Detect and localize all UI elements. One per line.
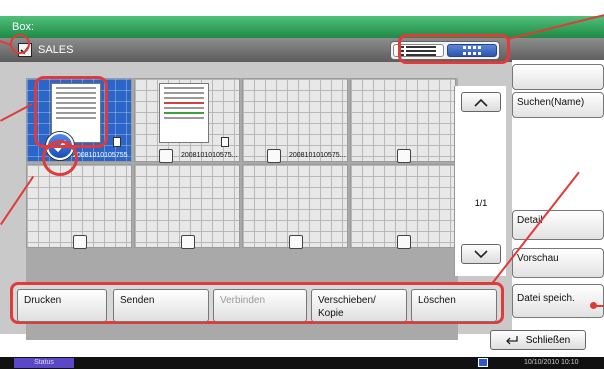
clock: 10/10/2010 10:10 [524, 359, 579, 366]
move-copy-label: Verschieben/ Kopie [318, 295, 376, 319]
detail-button[interactable]: Detail [512, 210, 604, 240]
document-icon [113, 137, 121, 147]
file-thumbnail[interactable]: 2008101010575... [134, 78, 240, 163]
file-thumbnail[interactable]: 20081010105755 [26, 78, 132, 162]
search-name-button[interactable]: Suchen(Name) [512, 92, 604, 118]
preview-button[interactable]: Vorschau [512, 248, 604, 278]
file-thumbnail[interactable]: 2008101010575... [242, 78, 348, 163]
join-button[interactable]: Verbinden [213, 289, 307, 322]
document-preview [159, 83, 209, 143]
close-button[interactable]: Schließen [490, 330, 586, 350]
scroll-up-button[interactable] [461, 92, 501, 112]
scroll-panel: 1/1 [454, 86, 506, 276]
file-checkbox[interactable] [267, 149, 281, 163]
document-icon [221, 137, 229, 147]
search-name-label: Suchen(Name) [517, 97, 585, 108]
screen: Box: SALES 20081010105755 2008101010575.… [0, 0, 604, 369]
preview-label: Vorschau [517, 253, 559, 264]
toolbar: SALES [0, 38, 604, 62]
return-arrow-icon [505, 336, 518, 345]
save-file-label: Datei speich. [517, 293, 575, 304]
status-bar: Status 10/10/2010 10:10 [0, 357, 604, 369]
callout-line [596, 305, 604, 307]
join-label: Verbinden [220, 295, 266, 306]
folder-header: SALES [18, 42, 73, 58]
selected-checkmark[interactable] [46, 132, 74, 160]
page-indicator: 1/1 [474, 198, 488, 208]
folder-name: SALES [38, 44, 74, 56]
file-checkbox[interactable] [397, 235, 411, 249]
window-title: Box: [12, 21, 35, 33]
device-icon [478, 358, 488, 367]
print-button[interactable]: Drucken [17, 289, 107, 322]
chevron-down-icon [474, 249, 488, 258]
file-thumbnail[interactable] [134, 164, 240, 249]
file-checkbox[interactable] [73, 235, 87, 249]
check-icon [20, 45, 30, 55]
status-label: Status [34, 359, 54, 366]
scroll-down-button[interactable] [461, 244, 501, 264]
save-file-button[interactable]: Datei speich. [512, 284, 604, 318]
thumbnail-view-icon [462, 45, 481, 55]
close-label: Schließen [525, 334, 571, 346]
file-name: 20081010105755 [73, 152, 128, 159]
file-thumbnail[interactable] [350, 164, 456, 249]
file-checkbox[interactable] [181, 235, 195, 249]
status-button[interactable]: Status [14, 358, 74, 368]
send-button[interactable]: Senden [113, 289, 209, 322]
file-checkbox[interactable] [159, 149, 173, 163]
file-name: 2008101010575... [181, 152, 238, 159]
delete-button[interactable]: Löschen [411, 289, 497, 322]
list-view-icon [400, 45, 437, 56]
file-checkbox[interactable] [397, 149, 411, 163]
check-icon [52, 140, 68, 153]
file-thumbnail[interactable] [350, 78, 456, 163]
print-label: Drucken [24, 295, 62, 306]
thumbnail-view-button[interactable] [446, 44, 497, 57]
send-label: Senden [120, 295, 155, 306]
file-checkbox[interactable] [289, 235, 303, 249]
move-copy-button[interactable]: Verschieben/ Kopie [311, 289, 407, 322]
file-thumbnail[interactable] [242, 164, 348, 249]
action-bar: Drucken Senden Verbinden Verschieben/ Ko… [10, 282, 504, 324]
title-bar: Box: [0, 16, 604, 38]
select-all-checkbox[interactable] [18, 43, 32, 57]
callout-dot [590, 302, 597, 309]
delete-label: Löschen [418, 295, 456, 306]
view-toggle [390, 41, 500, 60]
blank-button[interactable] [512, 64, 604, 90]
file-thumbnail[interactable] [26, 164, 132, 249]
list-view-button[interactable] [393, 44, 444, 57]
chevron-up-icon [474, 98, 488, 107]
file-name: 2008101010575... [289, 152, 346, 159]
